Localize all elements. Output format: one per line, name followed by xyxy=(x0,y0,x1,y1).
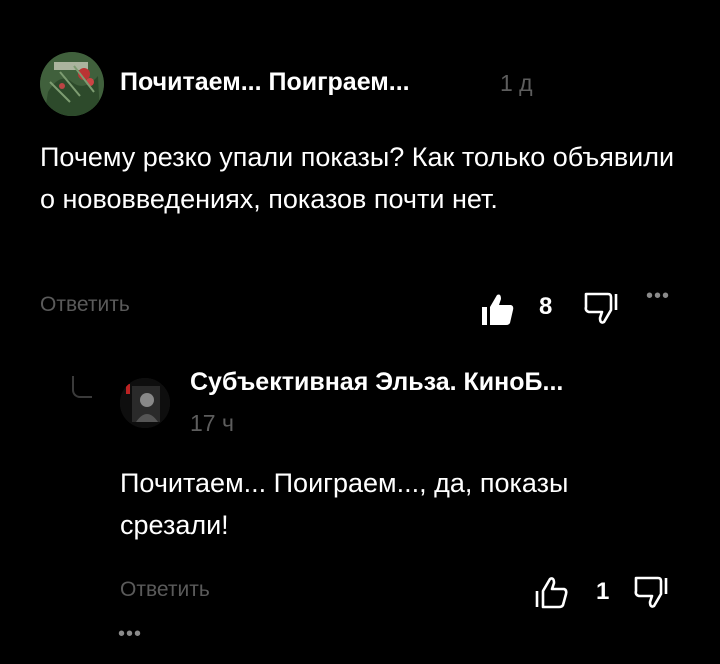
comment-author[interactable]: Почитаем... Поиграем... xyxy=(120,68,410,97)
reply-button[interactable]: Ответить xyxy=(40,293,130,317)
reply-avatar[interactable] xyxy=(120,378,170,428)
thumb-down-icon[interactable] xyxy=(580,288,620,328)
like-count: 1 xyxy=(596,578,610,605)
more-options-icon[interactable]: ••• xyxy=(646,285,670,308)
more-options-icon[interactable]: ••• xyxy=(118,623,142,646)
thumb-up-filled-icon[interactable] xyxy=(478,290,518,330)
reply-author[interactable]: Субъективная Эльза. КиноБ... xyxy=(190,368,563,397)
thumb-up-icon[interactable] xyxy=(532,573,572,613)
comment-time: 1 д xyxy=(500,70,533,96)
avatar[interactable] xyxy=(40,52,104,116)
thread-connector xyxy=(72,376,92,398)
reply-button[interactable]: Ответить xyxy=(120,578,210,602)
like-count: 8 xyxy=(539,293,553,320)
thumb-down-icon[interactable] xyxy=(630,572,670,612)
comment-text: Почему резко упали показы? Как только об… xyxy=(40,142,675,214)
reply-time: 17 ч xyxy=(190,410,234,436)
reply-text: Почитаем... Поиграем..., да, показы срез… xyxy=(120,468,569,540)
